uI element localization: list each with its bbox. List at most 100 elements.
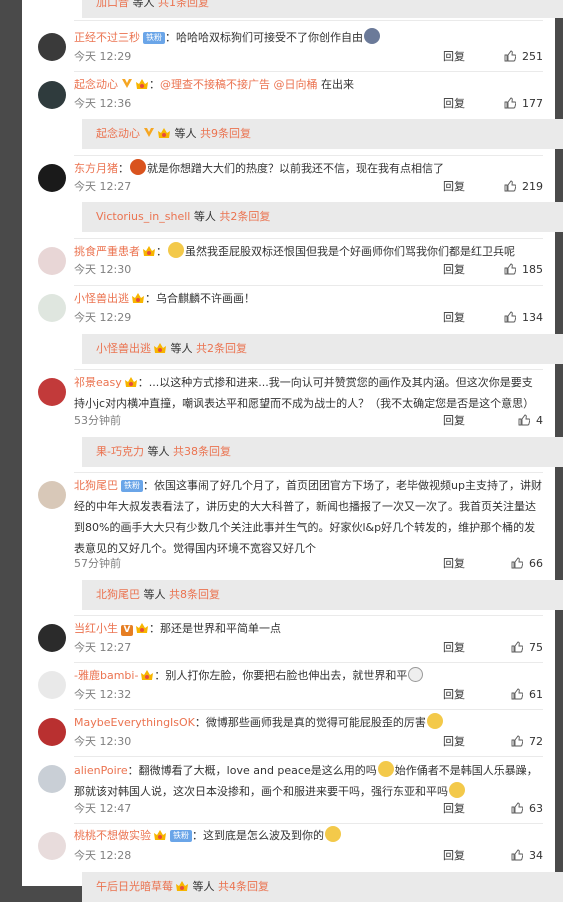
- comment-meta: 今天 12:28 回复 34: [74, 848, 543, 864]
- reply-count[interactable]: 共38条回复: [173, 445, 231, 458]
- reply-button[interactable]: 回复: [443, 413, 465, 429]
- reply-button[interactable]: 回复: [443, 96, 465, 112]
- comment-text: 虽然我歪屁股双标还恨国但我是个好画师你们骂我你们都是红卫兵呢: [185, 245, 515, 258]
- comment-time: 今天 12:36: [74, 97, 132, 110]
- avatar[interactable]: [38, 481, 66, 509]
- reply-button[interactable]: 回复: [443, 49, 465, 65]
- reply-user[interactable]: 午后日光暗草莓: [96, 880, 173, 893]
- avatar[interactable]: [38, 624, 66, 652]
- reply-button[interactable]: 回复: [443, 179, 465, 195]
- like-button[interactable]: 219: [504, 179, 543, 195]
- reply-button[interactable]: 回复: [443, 687, 465, 703]
- comment-username[interactable]: 当红小生: [74, 622, 118, 635]
- like-button[interactable]: 63: [511, 801, 543, 817]
- comment-body: 正经不过三秒 铁粉 ：哈哈哈双标狗们可接受不了你创作自由: [74, 28, 543, 48]
- reply-user[interactable]: 北狗尾巴: [96, 588, 140, 601]
- comment-username[interactable]: 桃桃不想做实验: [74, 829, 151, 842]
- comment-body: 挑食严重患者：虽然我歪屁股双标还恨国但我是个好画师你们骂我你们都是红卫兵呢: [74, 242, 543, 262]
- comment-username[interactable]: 起念动心: [74, 78, 118, 91]
- reply-count[interactable]: 共2条回复: [196, 342, 247, 355]
- like-button[interactable]: 72: [511, 734, 543, 750]
- avatar[interactable]: [38, 378, 66, 406]
- comment-text: 在出来: [317, 78, 354, 91]
- reply-user[interactable]: 小怪兽出逃: [96, 342, 151, 355]
- comment-username[interactable]: MaybeEverythingIsOK: [74, 716, 195, 729]
- like-count: 219: [522, 180, 543, 193]
- reply-user[interactable]: 起念动心: [96, 127, 140, 140]
- comment-username[interactable]: 小怪兽出逃: [74, 292, 129, 305]
- avatar[interactable]: [38, 832, 66, 860]
- replies-expander[interactable]: 北狗尾巴 等人 共8条回复: [82, 580, 563, 610]
- divider: [74, 285, 543, 286]
- comment-time: 今天 12:30: [74, 263, 132, 276]
- comment-text: 这到底是怎么波及到你的: [203, 829, 324, 842]
- avatar[interactable]: [38, 81, 66, 109]
- comment-username[interactable]: 祁景easy: [74, 376, 122, 389]
- comment-username[interactable]: -雅鹿bambi-: [74, 669, 138, 682]
- like-button[interactable]: 61: [511, 687, 543, 703]
- thumbs-up-icon: [518, 414, 530, 426]
- reply-count[interactable]: 共2条回复: [219, 210, 270, 223]
- avatar[interactable]: [38, 247, 66, 275]
- replies-expander[interactable]: 午后日光暗草莓 等人 共4条回复: [82, 872, 563, 902]
- comment-meta: 57分钟前 回复 66: [74, 556, 543, 572]
- thumbs-up-icon: [504, 180, 516, 192]
- reply-button[interactable]: 回复: [443, 310, 465, 326]
- like-button[interactable]: 4: [518, 413, 543, 429]
- replies-expander[interactable]: 起念动心 等人 共9条回复: [82, 119, 563, 149]
- fan-badge: 铁粉: [121, 480, 143, 492]
- comment-meta: 今天 12:30 回复 185: [74, 262, 543, 278]
- reply-button[interactable]: 回复: [443, 801, 465, 817]
- thumbs-up-icon: [504, 263, 516, 275]
- comment-body: alienPoire：翻微博看了大概，love and peace是这么用的吗始…: [74, 760, 543, 802]
- replies-expander[interactable]: 加口音 等人 共1条回复: [82, 0, 563, 18]
- like-button[interactable]: 134: [504, 310, 543, 326]
- avatar[interactable]: [38, 765, 66, 793]
- comment-text: 就是你想蹭大大们的热度？以前我还不信，现在我有点相信了: [147, 162, 444, 175]
- comment-meta: 今天 12:32 回复 61: [74, 687, 543, 703]
- pray-emoji-icon: [408, 667, 424, 682]
- reply-button[interactable]: 回复: [443, 734, 465, 750]
- comment-username[interactable]: alienPoire: [74, 764, 128, 777]
- avatar[interactable]: [38, 718, 66, 746]
- reply-count[interactable]: 共4条回复: [218, 880, 269, 893]
- replies-expander[interactable]: 果-巧克力 等人 共38条回复: [82, 437, 563, 467]
- reply-button[interactable]: 回复: [443, 262, 465, 278]
- reply-user[interactable]: 果-巧克力: [96, 445, 144, 458]
- like-button[interactable]: 177: [504, 96, 543, 112]
- replies-expander[interactable]: Victorius_in_shell 等人 共2条回复: [82, 202, 563, 232]
- vip-crown-icon: [136, 623, 148, 633]
- comment-username[interactable]: 北狗尾巴: [74, 479, 118, 492]
- like-button[interactable]: 185: [504, 262, 543, 278]
- reply-user[interactable]: 加口音: [96, 0, 129, 9]
- comment-time: 今天 12:29: [74, 50, 132, 63]
- avatar[interactable]: [38, 294, 66, 322]
- divider: [74, 662, 543, 663]
- comment-time: 57分钟前: [74, 557, 121, 570]
- comment-username[interactable]: 挑食严重患者: [74, 245, 140, 258]
- grin-emoji-icon: [377, 761, 394, 777]
- comment-username[interactable]: 正经不过三秒: [74, 31, 140, 44]
- reply-count[interactable]: 共1条回复: [158, 0, 209, 9]
- like-button[interactable]: 66: [511, 556, 543, 572]
- reply-count[interactable]: 共8条回复: [169, 588, 220, 601]
- reply-button[interactable]: 回复: [443, 640, 465, 656]
- avatar[interactable]: [38, 671, 66, 699]
- comment-time: 今天 12:32: [74, 688, 132, 701]
- mention-link[interactable]: @理查不接稿不接广告: [160, 78, 270, 91]
- vip-crown-icon: [154, 830, 166, 840]
- like-button[interactable]: 34: [511, 848, 543, 864]
- mention-link[interactable]: @日向桶: [274, 78, 318, 91]
- reply-user[interactable]: Victorius_in_shell: [96, 210, 190, 223]
- like-button[interactable]: 251: [504, 49, 543, 65]
- comment-meta: 今天 12:27 回复 75: [74, 640, 543, 656]
- like-count: 134: [522, 311, 543, 324]
- reply-count[interactable]: 共9条回复: [200, 127, 251, 140]
- comment-username[interactable]: 东方月猪: [74, 162, 118, 175]
- reply-button[interactable]: 回复: [443, 848, 465, 864]
- avatar[interactable]: [38, 33, 66, 61]
- avatar[interactable]: [38, 164, 66, 192]
- reply-button[interactable]: 回复: [443, 556, 465, 572]
- replies-expander[interactable]: 小怪兽出逃 等人 共2条回复: [82, 334, 563, 364]
- like-button[interactable]: 75: [511, 640, 543, 656]
